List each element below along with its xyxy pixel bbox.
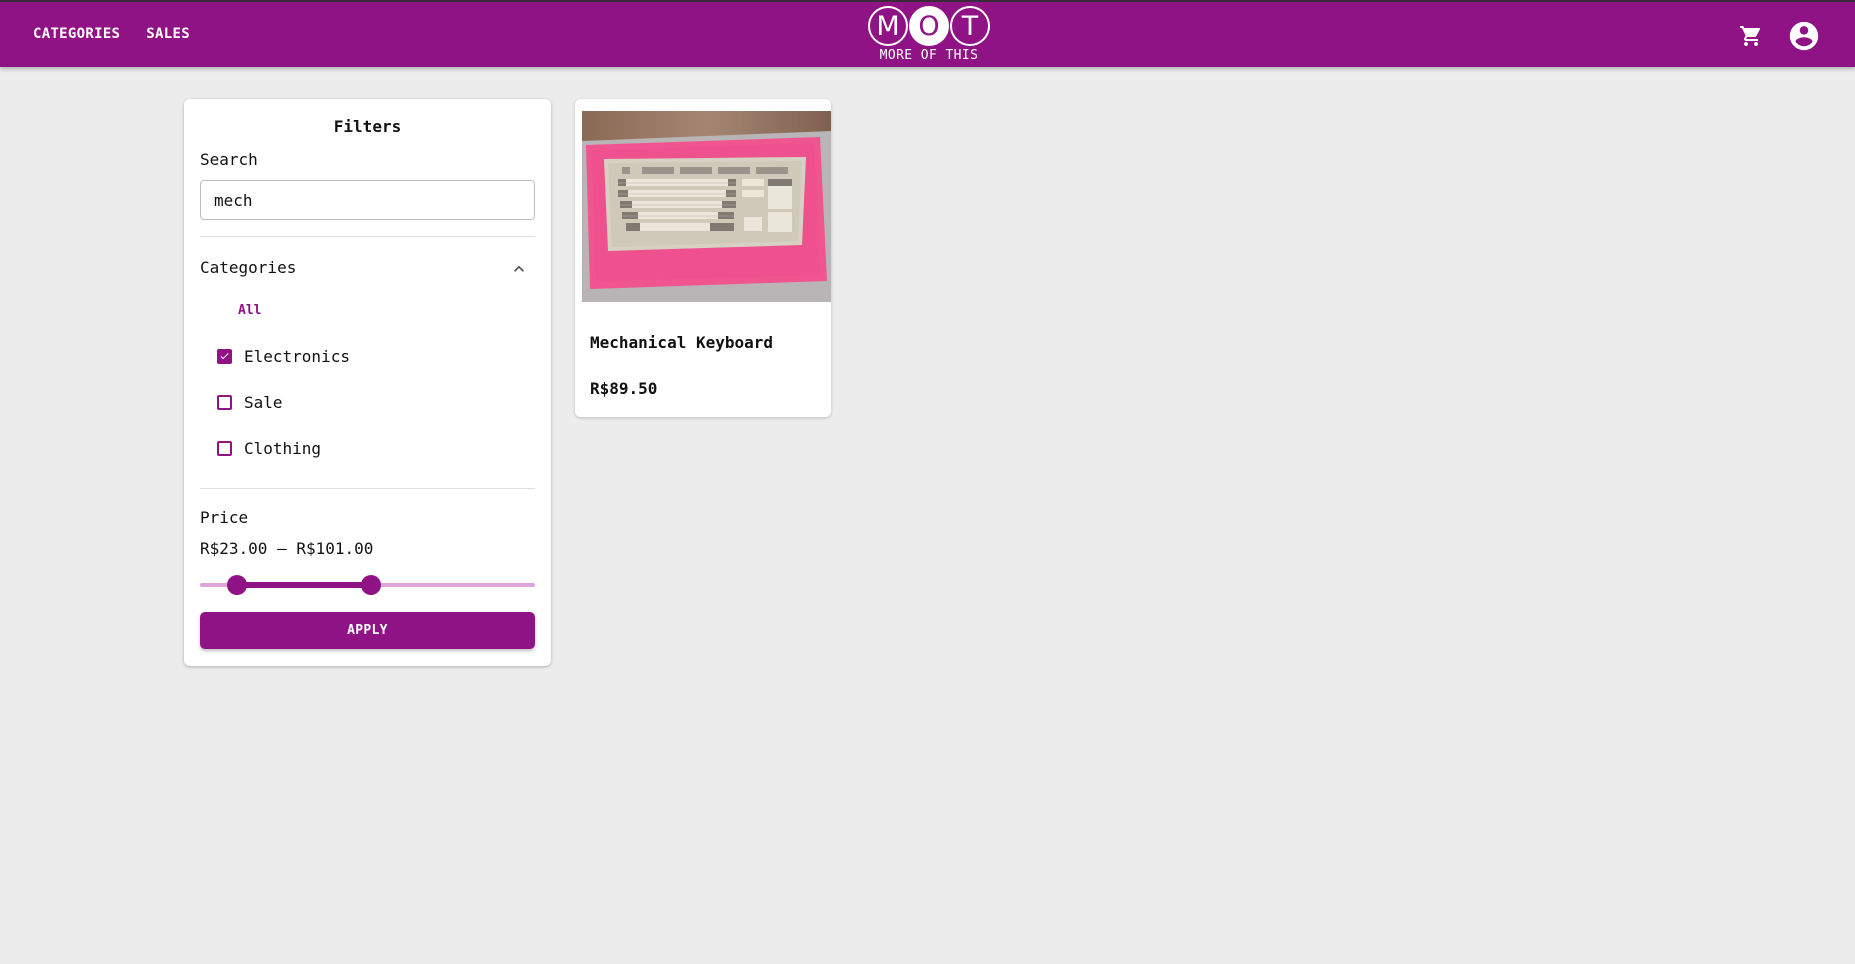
cart-button[interactable] (1735, 20, 1767, 52)
search-label: Search (200, 150, 258, 169)
price-range-slider[interactable] (200, 575, 535, 595)
main-nav: CATEGORIES SALES (20, 22, 203, 46)
category-checkbox-sale[interactable]: Sale (217, 389, 283, 415)
filters-title: Filters (333, 117, 402, 136)
checkbox-checked-icon (217, 348, 232, 364)
logo-tagline: MORE OF THIS (879, 48, 979, 63)
slider-thumb-min[interactable] (226, 575, 247, 595)
nav-sales-button[interactable]: SALES (133, 22, 203, 46)
logo-letter-o: O (909, 6, 949, 46)
chevron-up-icon (514, 265, 524, 272)
product-image (582, 111, 831, 302)
categories-label: Categories (200, 258, 297, 277)
product-card[interactable]: Mechanical Keyboard R$89.50 (575, 99, 831, 417)
app-bar: CATEGORIES SALES M O T MORE OF THIS (0, 0, 1855, 67)
category-label: Clothing (244, 438, 322, 458)
price-range-text: R$23.00 – R$101.00 (200, 539, 374, 558)
apply-button[interactable]: APPLY (200, 612, 535, 649)
all-categories-button[interactable]: All (234, 301, 265, 320)
category-label: Sale (244, 392, 283, 412)
divider (200, 488, 535, 489)
category-checkbox-clothing[interactable]: Clothing (217, 435, 321, 461)
keyboard-photo (582, 111, 831, 302)
checkbox-unchecked-icon (217, 440, 232, 456)
logo-mark: M O T (868, 6, 990, 46)
account-button[interactable] (1786, 18, 1822, 54)
logo[interactable]: M O T MORE OF THIS (868, 6, 990, 68)
shopping-cart-icon (1740, 26, 1761, 46)
category-label: Electronics (244, 346, 350, 366)
nav-categories-button[interactable]: CATEGORIES (20, 22, 133, 46)
product-name: Mechanical Keyboard (590, 333, 774, 352)
divider (200, 236, 535, 237)
search-input[interactable] (200, 180, 535, 220)
categories-accordion-header[interactable]: Categories (200, 257, 535, 281)
checkbox-unchecked-icon (217, 394, 232, 410)
slider-track (236, 582, 371, 588)
account-circle-icon (1789, 21, 1819, 51)
product-price: R$89.50 (590, 379, 658, 398)
price-label: Price (200, 508, 249, 527)
filters-panel: Filters Search Categories All Electronic… (184, 99, 551, 666)
logo-letter-t: T (950, 6, 990, 46)
slider-thumb-max[interactable] (360, 575, 381, 595)
logo-letter-m: M (868, 6, 908, 46)
category-checkbox-electronics[interactable]: Electronics (217, 343, 350, 369)
checkmark-icon (220, 353, 229, 360)
